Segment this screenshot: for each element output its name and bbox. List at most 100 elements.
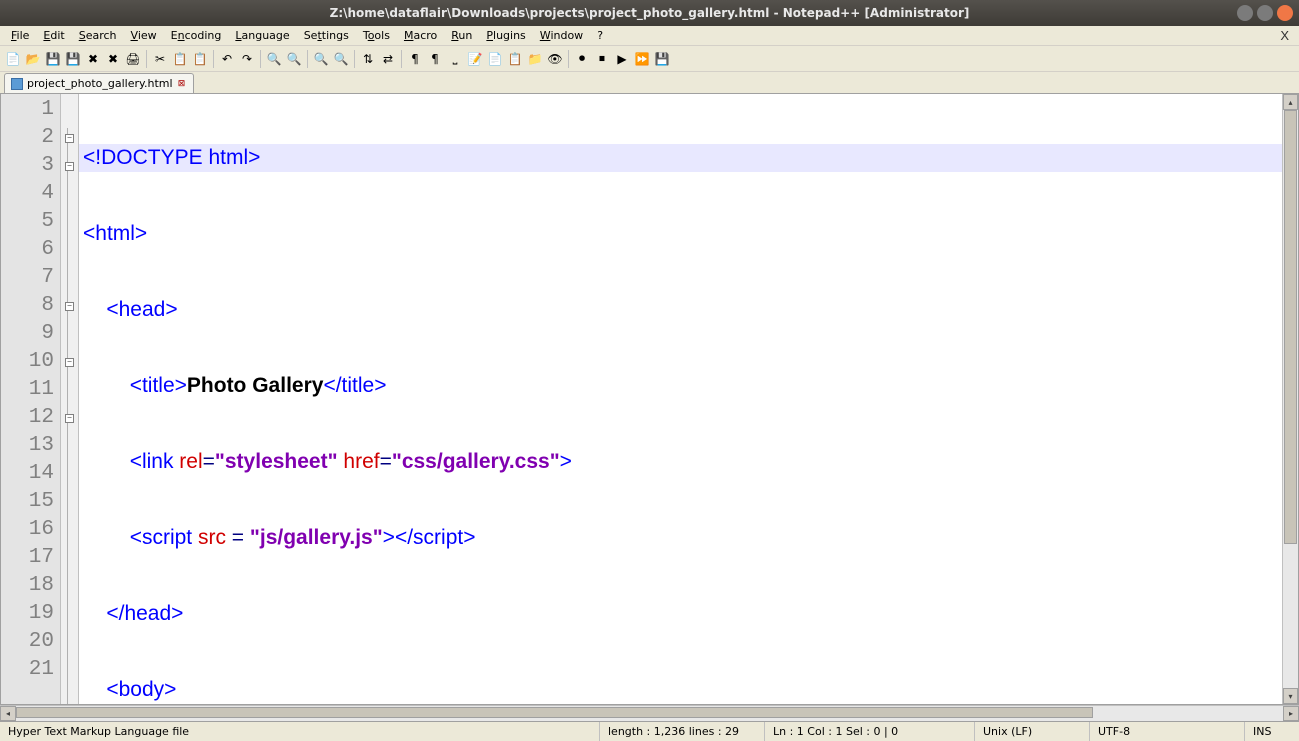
find-icon[interactable]: 🔍 xyxy=(265,50,283,68)
file-tab-icon xyxy=(11,78,23,90)
indent-guide-icon[interactable]: ⎵ xyxy=(446,50,464,68)
line-number: 3 xyxy=(1,152,60,180)
line-number-gutter: 1 2 3 4 5 6 7 8 9 10 11 12 13 14 15 16 1… xyxy=(1,94,61,704)
lang-icon[interactable]: 📝 xyxy=(466,50,484,68)
horizontal-scrollbar[interactable]: ◂ ▸ xyxy=(0,705,1299,721)
status-insert-mode[interactable]: INS xyxy=(1245,722,1299,741)
toolbar: 📄 📂 💾 💾 ✖ ✖ 🖨 ✂ 📋 📋 ↶ ↷ 🔍 🔍 🔍 🔍 ⇅ ⇄ ¶ ¶ … xyxy=(0,46,1299,72)
zoom-out-icon[interactable]: 🔍 xyxy=(332,50,350,68)
redo-icon[interactable]: ↷ xyxy=(238,50,256,68)
sync-v-icon[interactable]: ⇅ xyxy=(359,50,377,68)
menu-bar: File Edit Search View Encoding Language … xyxy=(0,26,1299,46)
line-number: 6 xyxy=(1,236,60,264)
scroll-down-icon[interactable]: ▾ xyxy=(1283,688,1298,704)
scroll-right-icon[interactable]: ▸ xyxy=(1283,706,1299,721)
fold-toggle-icon[interactable]: − xyxy=(65,358,74,367)
menu-settings[interactable]: Settings xyxy=(297,27,356,44)
close-file-icon[interactable]: ✖ xyxy=(84,50,102,68)
vertical-scrollbar[interactable]: ▴ ▾ xyxy=(1282,94,1298,704)
status-encoding[interactable]: UTF-8 xyxy=(1090,722,1245,741)
sync-h-icon[interactable]: ⇄ xyxy=(379,50,397,68)
toolbar-separator xyxy=(260,50,261,68)
menu-encoding[interactable]: Encoding xyxy=(164,27,229,44)
scroll-thumb[interactable] xyxy=(1284,110,1297,544)
window-titlebar: Z:\home\dataflair\Downloads\projects\pro… xyxy=(0,0,1299,26)
window-controls xyxy=(1237,5,1293,21)
monitor-icon[interactable]: 👁 xyxy=(546,50,564,68)
line-number: 10 xyxy=(1,348,60,376)
paste-icon[interactable]: 📋 xyxy=(191,50,209,68)
line-number: 19 xyxy=(1,600,60,628)
copy-icon[interactable]: 📋 xyxy=(171,50,189,68)
close-button[interactable] xyxy=(1277,5,1293,21)
fold-toggle-icon[interactable]: − xyxy=(65,414,74,423)
minimize-button[interactable] xyxy=(1237,5,1253,21)
menu-macro[interactable]: Macro xyxy=(397,27,444,44)
menu-search[interactable]: Search xyxy=(72,27,124,44)
line-number: 14 xyxy=(1,460,60,488)
play-multi-icon[interactable]: ⏩ xyxy=(633,50,651,68)
menu-run[interactable]: Run xyxy=(444,27,479,44)
tab-close-icon[interactable]: ⊠ xyxy=(177,79,187,89)
toolbar-separator xyxy=(354,50,355,68)
doc-map-icon[interactable]: 📄 xyxy=(486,50,504,68)
print-icon[interactable]: 🖨 xyxy=(124,50,142,68)
editor: 1 2 3 4 5 6 7 8 9 10 11 12 13 14 15 16 1… xyxy=(0,94,1299,705)
cut-icon[interactable]: ✂ xyxy=(151,50,169,68)
line-number: 8 xyxy=(1,292,60,320)
replace-icon[interactable]: 🔍 xyxy=(285,50,303,68)
toolbar-separator xyxy=(568,50,569,68)
line-number: 15 xyxy=(1,488,60,516)
close-all-icon[interactable]: ✖ xyxy=(104,50,122,68)
menu-plugins[interactable]: Plugins xyxy=(479,27,532,44)
line-number: 12 xyxy=(1,404,60,432)
line-number: 17 xyxy=(1,544,60,572)
show-chars-icon[interactable]: ¶ xyxy=(426,50,444,68)
menu-file[interactable]: File xyxy=(4,27,36,44)
maximize-button[interactable] xyxy=(1257,5,1273,21)
play-macro-icon[interactable]: ▶ xyxy=(613,50,631,68)
save-icon[interactable]: 💾 xyxy=(44,50,62,68)
code-area[interactable]: <!DOCTYPE html> <html> <head> <title>Pho… xyxy=(79,94,1282,704)
new-file-icon[interactable]: 📄 xyxy=(4,50,22,68)
menu-view[interactable]: View xyxy=(124,27,164,44)
line-number: 18 xyxy=(1,572,60,600)
line-number: 21 xyxy=(1,656,60,684)
toolbar-separator xyxy=(401,50,402,68)
undo-icon[interactable]: ↶ xyxy=(218,50,236,68)
stop-macro-icon[interactable]: ⏹ xyxy=(593,50,611,68)
tab-close-x[interactable]: X xyxy=(1280,28,1295,43)
menu-help[interactable]: ? xyxy=(590,27,610,44)
record-macro-icon[interactable]: ⏺ xyxy=(573,50,591,68)
file-tab[interactable]: project_photo_gallery.html ⊠ xyxy=(4,73,194,93)
menu-edit[interactable]: Edit xyxy=(36,27,71,44)
zoom-in-icon[interactable]: 🔍 xyxy=(312,50,330,68)
scroll-track[interactable] xyxy=(16,706,1283,721)
save-all-icon[interactable]: 💾 xyxy=(64,50,82,68)
func-list-icon[interactable]: 📋 xyxy=(506,50,524,68)
menu-language[interactable]: Language xyxy=(228,27,296,44)
line-number: 9 xyxy=(1,320,60,348)
fold-toggle-icon[interactable]: − xyxy=(65,134,74,143)
file-tab-label: project_photo_gallery.html xyxy=(27,77,173,90)
scroll-left-icon[interactable]: ◂ xyxy=(0,706,16,721)
status-eol[interactable]: Unix (LF) xyxy=(975,722,1090,741)
folder-icon[interactable]: 📁 xyxy=(526,50,544,68)
fold-toggle-icon[interactable]: − xyxy=(65,162,74,171)
toolbar-separator xyxy=(146,50,147,68)
menu-window[interactable]: Window xyxy=(533,27,590,44)
menu-tools[interactable]: Tools xyxy=(356,27,397,44)
open-file-icon[interactable]: 📂 xyxy=(24,50,42,68)
status-position: Ln : 1 Col : 1 Sel : 0 | 0 xyxy=(765,722,975,741)
scroll-thumb[interactable] xyxy=(16,707,1093,718)
scroll-track[interactable] xyxy=(1283,110,1298,688)
save-macro-icon[interactable]: 💾 xyxy=(653,50,671,68)
tab-bar: project_photo_gallery.html ⊠ xyxy=(0,72,1299,94)
line-number: 11 xyxy=(1,376,60,404)
line-number: 20 xyxy=(1,628,60,656)
fold-toggle-icon[interactable]: − xyxy=(65,302,74,311)
fold-column: − − − − − xyxy=(61,94,79,704)
wordwrap-icon[interactable]: ¶ xyxy=(406,50,424,68)
scroll-up-icon[interactable]: ▴ xyxy=(1283,94,1298,110)
toolbar-separator xyxy=(307,50,308,68)
